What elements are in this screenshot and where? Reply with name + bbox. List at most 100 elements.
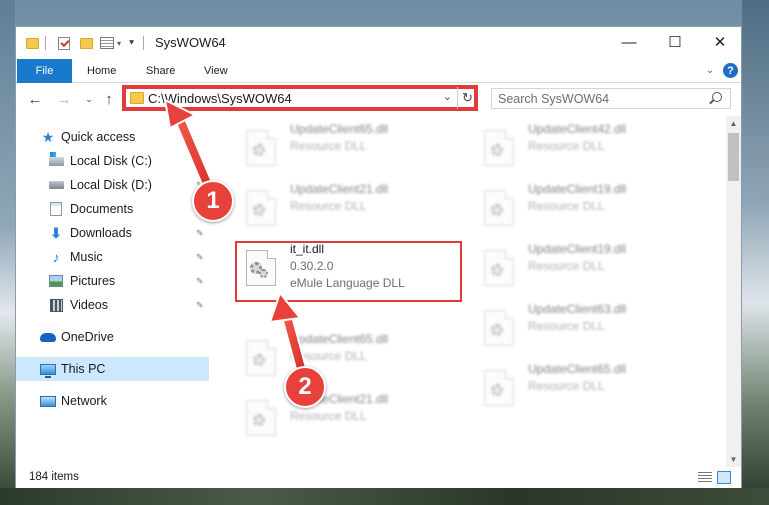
sidebar-item-music[interactable]: ♪ Music ✎ (16, 245, 211, 269)
sidebar-item-pictures[interactable]: Pictures ✎ (16, 269, 211, 293)
sidebar-item-label: Videos (70, 298, 108, 312)
pin-icon[interactable]: ✎ (196, 276, 204, 286)
sidebar-item-local-disk-c[interactable]: Local Disk (C:) ✎ (16, 149, 211, 173)
file-description: Resource DLL (528, 259, 605, 273)
tab-file[interactable]: File (17, 59, 72, 83)
sidebar-item-label: Pictures (70, 274, 116, 288)
address-folder-icon (130, 92, 144, 104)
address-bar[interactable]: C:\Windows\SysWOW64 ⌄ (124, 87, 476, 109)
sidebar-item-label: Quick access (61, 130, 136, 144)
file-item[interactable]: UpdateClient63.dll Resource DLL (476, 300, 696, 354)
sidebar-item-label: Documents (70, 202, 134, 216)
dll-file-icon (484, 370, 516, 408)
file-item[interactable]: UpdateClient65.dll Resource DLL (238, 120, 458, 174)
pin-icon[interactable]: ✎ (196, 300, 204, 310)
recent-locations-chevron-icon[interactable]: ⌄ (80, 91, 98, 107)
this-pc-icon (40, 362, 56, 378)
minimize-button[interactable]: — (606, 27, 652, 57)
search-icon[interactable] (712, 92, 722, 102)
pin-icon[interactable]: ✎ (196, 156, 204, 166)
sidebar-item-label: Network (61, 394, 107, 408)
step-1-badge: 1 (192, 180, 234, 222)
file-name: UpdateClient21.dll (290, 182, 389, 196)
sidebar-item-local-disk-d[interactable]: Local Disk (D:) ✎ (16, 173, 211, 197)
sidebar-item-label: Local Disk (D:) (70, 178, 152, 192)
file-item[interactable]: UpdateClient19.dll Resource DLL (476, 240, 696, 294)
scrollbar-thumb[interactable] (728, 133, 739, 181)
sidebar-item-downloads[interactable]: ⬇ Downloads ✎ (16, 221, 211, 245)
refresh-icon[interactable]: ↻ (457, 87, 477, 109)
file-item[interactable]: UpdateClient21.dll Resource DLL (238, 390, 458, 444)
maximize-button[interactable]: ☐ (652, 27, 698, 57)
file-item[interactable]: UpdateClient19.dll Resource DLL (476, 180, 696, 234)
quick-access-separator (45, 34, 46, 52)
dll-file-icon (246, 400, 278, 438)
sidebar-item-this-pc[interactable]: This PC (16, 357, 209, 381)
file-item[interactable]: UpdateClient42.dll Resource DLL (476, 120, 696, 174)
tab-share[interactable]: Share (146, 59, 175, 83)
quick-access-folder-icon[interactable] (26, 34, 39, 52)
sidebar-item-label: Music (70, 250, 103, 264)
desktop-background-bottom (0, 488, 769, 505)
explorer-window: ▾ ⯆ SysWOW64 — ☐ ✕ File Home Share View … (15, 26, 742, 488)
file-description: Resource DLL (290, 199, 367, 213)
music-icon: ♪ (52, 249, 60, 265)
help-icon[interactable]: ? (723, 63, 738, 78)
file-name: UpdateClient65.dll (290, 332, 389, 346)
vertical-scrollbar[interactable]: ▲ ▼ (726, 116, 741, 467)
documents-icon (48, 202, 64, 216)
file-highlight-box (235, 241, 462, 302)
desktop-background-left (0, 0, 15, 505)
expand-ribbon-chevron-icon[interactable]: ⌄ (704, 64, 716, 76)
file-name: UpdateClient42.dll (528, 122, 627, 136)
new-folder-icon[interactable] (80, 34, 93, 52)
search-box[interactable]: Search SysWOW64 (491, 88, 731, 109)
file-name: UpdateClient65.dll (290, 122, 389, 136)
scroll-down-arrow-icon[interactable]: ▼ (726, 452, 741, 467)
sidebar-item-documents[interactable]: Documents ✎ (16, 197, 211, 221)
file-description: Resource DLL (290, 409, 367, 423)
videos-icon (48, 298, 64, 312)
sidebar-item-network[interactable]: Network (16, 389, 211, 413)
details-view-icon[interactable] (698, 472, 712, 483)
sidebar-item-quick-access[interactable]: ★ Quick access (16, 125, 211, 149)
up-arrow-icon[interactable]: ↑ (100, 91, 118, 108)
desktop-background-right (742, 0, 769, 505)
downloads-icon: ⬇ (50, 224, 62, 241)
address-dropdown-icon[interactable]: ⌄ (443, 90, 452, 103)
navigation-pane: ★ Quick access Local Disk (C:) ✎ Local D… (16, 116, 211, 467)
scroll-up-arrow-icon[interactable]: ▲ (726, 116, 741, 131)
large-icons-view-icon[interactable] (717, 471, 731, 484)
tab-home[interactable]: Home (87, 59, 116, 83)
back-arrow-icon[interactable]: ← (26, 91, 44, 108)
title-separator (143, 34, 144, 52)
properties-icon[interactable] (100, 34, 114, 52)
search-input[interactable]: Search SysWOW64 (498, 92, 609, 106)
file-list: UpdateClient65.dll Resource DLL UpdateCl… (212, 116, 726, 467)
address-path[interactable]: C:\Windows\SysWOW64 (148, 91, 292, 106)
dll-file-icon (246, 190, 278, 228)
properties-check-icon[interactable] (58, 34, 70, 52)
toolbar-customize-icon[interactable]: ⯆ (128, 34, 135, 52)
sidebar-item-onedrive[interactable]: OneDrive (16, 325, 211, 349)
step-2-badge: 2 (284, 366, 326, 408)
drive-icon (48, 151, 64, 168)
sidebar-item-videos[interactable]: Videos ✎ (16, 293, 211, 317)
tab-view[interactable]: View (204, 59, 228, 83)
file-name: UpdateClient19.dll (528, 182, 627, 196)
item-count: 184 items (29, 471, 79, 483)
file-item[interactable]: UpdateClient21.dll Resource DLL (238, 180, 458, 234)
close-button[interactable]: ✕ (697, 27, 743, 57)
customize-dropdown-icon[interactable]: ▾ (117, 34, 121, 52)
file-item[interactable]: UpdateClient65.dll Resource DLL (238, 330, 458, 384)
forward-arrow-icon[interactable]: → (55, 91, 73, 108)
sidebar-item-label: OneDrive (61, 330, 114, 344)
dll-file-icon (246, 340, 278, 378)
file-item[interactable]: UpdateClient65.dll Resource DLL (476, 360, 696, 414)
file-description: Resource DLL (528, 139, 605, 153)
pin-icon[interactable]: ✎ (196, 228, 204, 238)
ribbon-tabs: File Home Share View ⌄ ? (16, 59, 741, 83)
pin-icon[interactable]: ✎ (196, 252, 204, 262)
file-description: Resource DLL (528, 379, 605, 393)
drive-icon (48, 178, 64, 192)
